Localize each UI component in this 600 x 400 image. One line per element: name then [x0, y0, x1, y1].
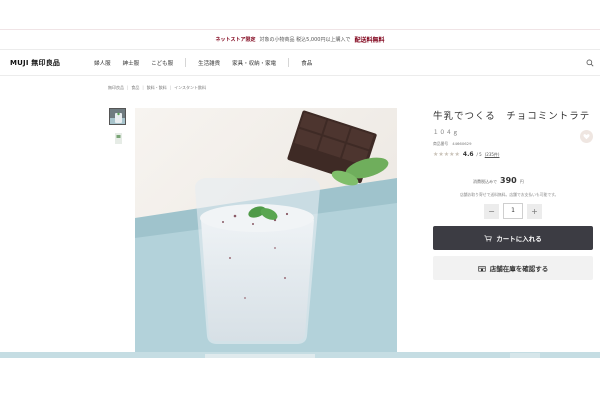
product-info: 牛乳でつくる チョコミントラテ １０４ｇ 商品番号 44660629 ★★★★★…: [433, 108, 595, 158]
thumbnail-package[interactable]: [109, 129, 126, 146]
product-title: 牛乳でつくる チョコミントラテ: [433, 111, 591, 122]
price-currency: 円: [519, 179, 524, 184]
price-value: 390: [500, 176, 517, 185]
add-to-cart-button[interactable]: カートに入れる: [433, 226, 593, 250]
rating-suffix: / 5: [476, 152, 482, 157]
nav-item-mens[interactable]: 紳士服: [117, 59, 146, 67]
breadcrumb-separator: |: [142, 85, 144, 90]
add-to-cart-label: カートに入れる: [496, 235, 542, 243]
decrease-quantity-button[interactable]: −: [484, 203, 499, 219]
thumbnail-main[interactable]: [109, 108, 126, 125]
nav-item-food[interactable]: 食品: [295, 59, 318, 67]
quantity-input[interactable]: 1: [503, 203, 523, 219]
thumbnail-list: [109, 108, 126, 146]
star-rating-icon: ★★★★★: [433, 151, 460, 158]
nav-divider: [288, 58, 290, 67]
store-icon: [478, 265, 486, 272]
search-icon[interactable]: [586, 59, 594, 67]
product-code: 44660629: [452, 141, 472, 146]
increase-quantity-button[interactable]: +: [527, 203, 542, 219]
main-nav: 婦人服 紳士服 こども服 生活雑貨 家具・収納・家電 食品: [88, 58, 318, 67]
nav-item-kids[interactable]: こども服: [145, 59, 179, 67]
site-header: MUJI 無印良品 婦人服 紳士服 こども服 生活雑貨 家具・収納・家電 食品: [0, 50, 600, 76]
price-label: 消費税込みで: [473, 179, 497, 184]
product-code-row: 商品番号 44660629: [433, 141, 595, 147]
image-bottom-strip: [0, 352, 600, 358]
muji-logo[interactable]: MUJI 無印良品: [10, 58, 60, 68]
rating-score: 4.6: [462, 151, 474, 158]
favorite-button[interactable]: [580, 130, 593, 143]
thumbnail-drink-image: [110, 109, 125, 124]
breadcrumb-item[interactable]: 飲料・飲料: [147, 85, 167, 91]
breadcrumb-item[interactable]: 食品: [131, 85, 139, 91]
quantity-stepper: − 1 +: [484, 203, 542, 219]
nav-item-household[interactable]: 生活雑貨: [192, 59, 226, 67]
promo-banner[interactable]: ネットストア限定 対象の小物商品 税込5,000円以上購入で 配送料無料: [0, 30, 600, 50]
check-store-stock-label: 店舗在庫を確認する: [489, 265, 549, 273]
breadcrumb-item[interactable]: インスタント飲料: [174, 85, 206, 91]
review-count-link[interactable]: (235件): [485, 152, 500, 158]
heart-icon: [583, 134, 590, 140]
price-row: 消費税込みで 390 円: [473, 176, 524, 185]
strip-highlight: [205, 354, 315, 358]
breadcrumb: 無印良品 | 食品 | 飲料・飲料 | インスタント飲料: [108, 85, 206, 91]
rating-row: ★★★★★ 4.6 / 5 (235件): [433, 151, 595, 158]
breadcrumb-separator: |: [127, 85, 129, 90]
strip-highlight: [510, 353, 540, 358]
nav-item-furniture[interactable]: 家具・収納・家電: [226, 59, 282, 67]
chocolate-mint-latte-photo: [135, 108, 397, 354]
promo-text: 対象の小物商品 税込5,000円以上購入で: [259, 37, 351, 43]
product-code-label: 商品番号: [433, 141, 449, 146]
breadcrumb-item[interactable]: 無印良品: [108, 85, 124, 91]
promo-free-shipping: 配送料無料: [354, 37, 385, 44]
cart-icon: [484, 235, 493, 241]
nav-divider: [185, 58, 187, 67]
check-store-stock-button[interactable]: 店舗在庫を確認する: [433, 256, 593, 280]
breadcrumb-separator: |: [169, 85, 172, 90]
nav-item-womens[interactable]: 婦人服: [88, 59, 117, 67]
top-blank-area: [0, 0, 600, 30]
promo-tag: ネットストア限定: [215, 37, 256, 43]
thumbnail-package-image: [110, 130, 125, 145]
product-main-image[interactable]: [135, 108, 397, 354]
product-weight: １０４ｇ: [433, 130, 460, 136]
shipping-note: 店舗お取り寄せで送料無料。店舗でお支払いも可能です。: [460, 192, 559, 197]
